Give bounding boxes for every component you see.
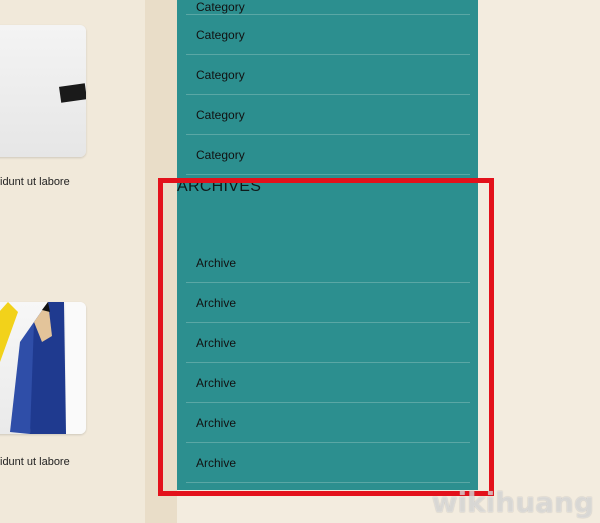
- watermark-logo: wikihuang: [431, 486, 594, 519]
- archives-heading: ARCHIVES: [177, 178, 262, 195]
- posts-column: idunt ut labore idunt ut labore: [0, 0, 145, 523]
- archive-link[interactable]: Archive: [186, 283, 470, 323]
- post-excerpt: idunt ut labore: [0, 456, 70, 468]
- category-link[interactable]: Category: [186, 15, 470, 55]
- archive-link[interactable]: Archive: [186, 323, 470, 363]
- category-link[interactable]: Category: [186, 95, 470, 135]
- category-link[interactable]: Category: [186, 55, 470, 95]
- archive-link[interactable]: Archive: [186, 243, 470, 283]
- category-link[interactable]: Category: [186, 0, 470, 15]
- archive-list: Archive Archive Archive Archive Archive …: [186, 243, 470, 483]
- post-thumbnail-1[interactable]: [0, 25, 86, 157]
- archive-link[interactable]: Archive: [186, 443, 470, 483]
- colored-pencils-icon: [0, 302, 86, 434]
- sidebar-widget: Category Category Category Category Cate…: [177, 0, 478, 490]
- post-thumbnail-2[interactable]: [0, 302, 86, 434]
- archive-link[interactable]: Archive: [186, 403, 470, 443]
- pen-image-icon: [59, 83, 86, 103]
- column-gutter: [145, 0, 177, 523]
- archive-link[interactable]: Archive: [186, 363, 470, 403]
- category-link[interactable]: Category: [186, 135, 470, 175]
- category-list: Category Category Category Category Cate…: [186, 0, 470, 175]
- post-excerpt: idunt ut labore: [0, 176, 70, 188]
